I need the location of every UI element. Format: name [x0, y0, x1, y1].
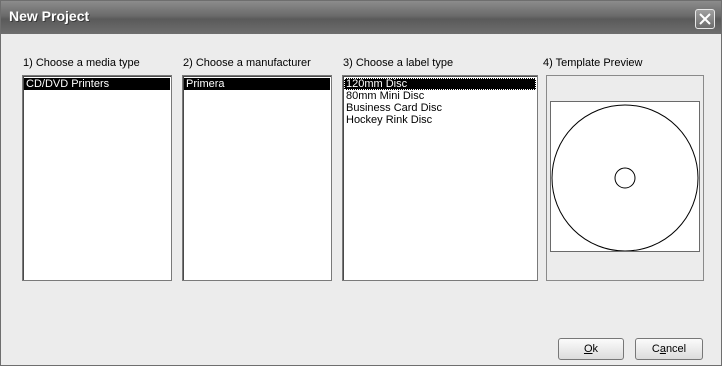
list-item[interactable]: CD/DVD Printers — [24, 78, 170, 90]
cancel-button[interactable]: Cancel — [635, 338, 703, 360]
new-project-dialog: New Project 1) Choose a media type CD/DV… — [0, 0, 722, 366]
disc-template-graphic — [551, 104, 699, 252]
close-icon — [699, 13, 711, 25]
close-button[interactable] — [695, 9, 715, 29]
template-preview-label: 4) Template Preview — [543, 57, 643, 69]
title-bar[interactable]: New Project — [1, 1, 721, 34]
list-item[interactable]: Hockey Rink Disc — [344, 114, 536, 126]
window-title: New Project — [9, 8, 90, 24]
manufacturer-label: 2) Choose a manufacturer — [183, 57, 311, 69]
disc-hub-hole — [614, 167, 636, 189]
list-item[interactable]: Primera — [184, 78, 330, 90]
list-item[interactable]: 120mm Disc — [344, 78, 536, 90]
cancel-label-pre: C — [651, 343, 660, 355]
label-type-list[interactable]: 120mm Disc 80mm Mini Disc Business Card Di… — [342, 75, 538, 281]
ok-button[interactable]: Ok — [558, 338, 624, 360]
ok-label-rest: k — [592, 343, 599, 355]
media-type-label: 1) Choose a media type — [23, 57, 140, 69]
template-preview-frame — [546, 75, 704, 281]
ok-mnemonic: O — [583, 343, 593, 355]
cancel-label-rest: ncel — [665, 343, 687, 355]
label-type-label: 3) Choose a label type — [343, 57, 454, 69]
template-preview-canvas — [550, 101, 700, 252]
list-item[interactable]: 80mm Mini Disc — [344, 90, 536, 102]
media-type-list[interactable]: CD/DVD Printers — [22, 75, 172, 281]
manufacturer-list[interactable]: Primera — [182, 75, 332, 281]
list-item[interactable]: Business Card Disc — [344, 102, 536, 114]
